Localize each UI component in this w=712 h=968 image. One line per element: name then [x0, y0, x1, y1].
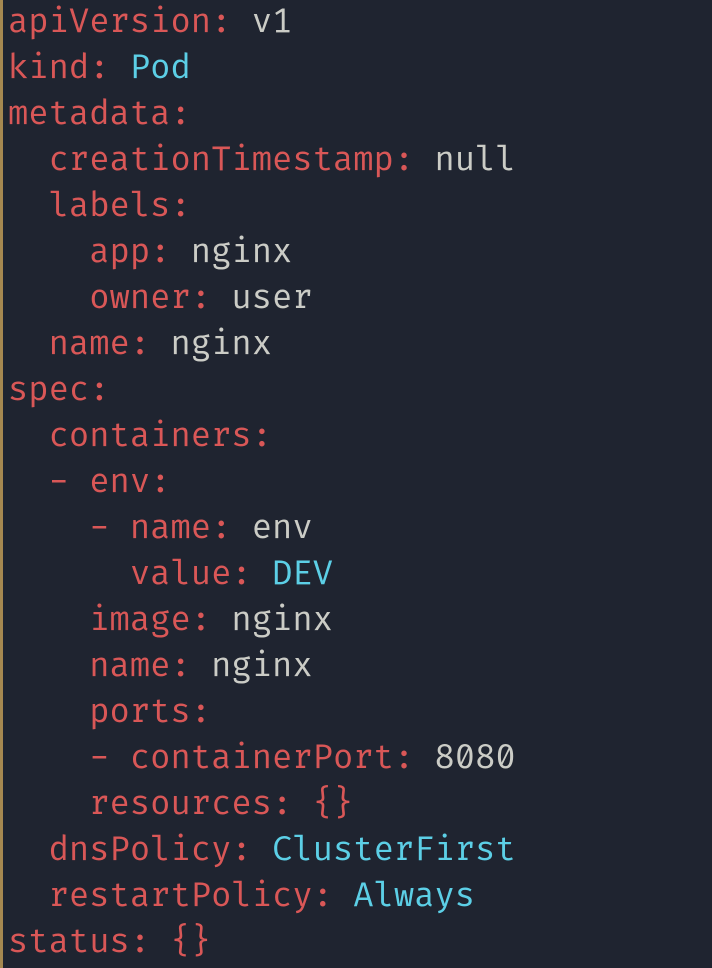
colon: : [211, 509, 231, 549]
key-env-name: name [130, 509, 211, 549]
colon: : [130, 325, 150, 365]
key-owner: owner [89, 279, 191, 319]
colon: : [170, 647, 190, 687]
val-resources: {} [313, 785, 354, 825]
key-image: image [89, 601, 191, 641]
key-apiVersion: apiVersion [8, 3, 211, 43]
key-ports: ports [89, 693, 191, 733]
key-labels: labels [49, 187, 171, 227]
colon: : [89, 49, 109, 89]
key-name: name [49, 325, 130, 365]
dash: - [49, 463, 69, 503]
yaml-code-block: apiVersion: v1 kind: Pod metadata: creat… [8, 0, 712, 966]
colon: : [150, 233, 170, 273]
key-dnsPolicy: dnsPolicy [49, 831, 232, 871]
colon: : [211, 3, 231, 43]
key-spec: spec [8, 371, 89, 411]
val-creationTimestamp: null [434, 141, 515, 181]
val-metadata-name: nginx [170, 325, 272, 365]
colon: : [170, 187, 190, 227]
colon: : [89, 371, 109, 411]
key-creationTimestamp: creationTimestamp [49, 141, 394, 181]
key-restartPolicy: restartPolicy [49, 877, 313, 917]
val-containerPort: 8080 [435, 739, 516, 779]
val-dnsPolicy: ClusterFirst [272, 831, 516, 871]
colon: : [272, 785, 292, 825]
key-env: env [89, 463, 150, 503]
key-app: app [89, 233, 150, 273]
key-kind: kind [8, 49, 89, 89]
code-editor[interactable]: apiVersion: v1 kind: Pod metadata: creat… [0, 0, 712, 968]
key-status: status [8, 923, 130, 963]
val-status: {} [170, 923, 211, 963]
val-restartPolicy: Always [353, 877, 475, 917]
colon: : [394, 739, 414, 779]
editor-gutter [0, 0, 3, 968]
colon: : [313, 877, 333, 917]
colon: : [130, 923, 150, 963]
val-owner: user [231, 279, 312, 319]
colon: : [170, 95, 190, 135]
colon: : [394, 141, 414, 181]
val-app: nginx [191, 233, 293, 273]
colon: : [252, 417, 272, 457]
colon: : [191, 279, 211, 319]
dash: - [89, 509, 109, 549]
val-kind: Pod [130, 49, 191, 89]
colon: : [231, 555, 251, 595]
key-containerPort: containerPort [130, 739, 394, 779]
dash: - [89, 739, 109, 779]
val-container-name: nginx [211, 647, 313, 687]
key-resources: resources [89, 785, 272, 825]
colon: : [191, 693, 211, 733]
key-containers: containers [49, 417, 252, 457]
key-metadata: metadata [8, 95, 170, 135]
val-apiVersion: v1 [252, 3, 293, 43]
colon: : [191, 601, 211, 641]
val-env-name: env [252, 509, 313, 549]
val-image: nginx [231, 601, 333, 641]
colon: : [231, 831, 251, 871]
key-container-name: name [89, 647, 170, 687]
colon: : [150, 463, 170, 503]
val-env-value: DEV [272, 555, 333, 595]
key-env-value: value [130, 555, 232, 595]
